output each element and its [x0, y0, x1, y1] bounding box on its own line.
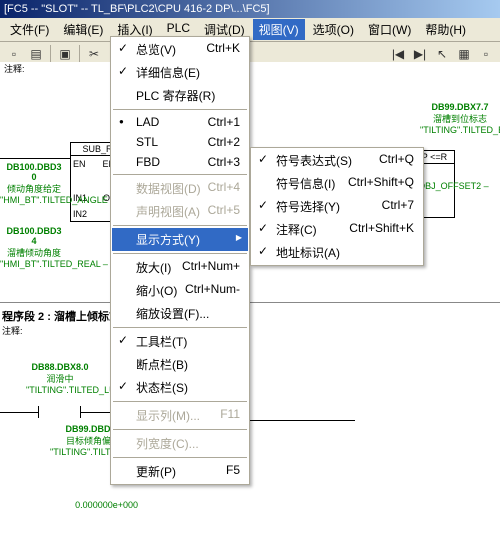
shortcut-text: F5	[226, 463, 240, 477]
shortcut-text: Ctrl+1	[208, 115, 240, 129]
menu-item: 数据视图(D)Ctrl+4	[112, 177, 248, 200]
comment-text: 注释:	[4, 62, 25, 75]
shortcut-text: Ctrl+Q	[379, 152, 414, 166]
menu-item: 列宽度(C)...	[112, 432, 248, 455]
shortcut-text: Ctrl+Shift+K	[349, 221, 414, 235]
toolbar-grid-icon[interactable]: ▦	[454, 44, 474, 64]
view-menu-dropdown: 总览(V)Ctrl+K详细信息(E)PLC 寄存器(R) LADCtrl+1STL…	[110, 36, 250, 485]
section-divider	[0, 302, 500, 303]
toolbar-cut-icon[interactable]: ✂	[84, 44, 104, 64]
shortcut-text: Ctrl+Shift+Q	[348, 175, 414, 189]
menu-options[interactable]: 选项(O)	[307, 19, 360, 40]
symbol-db100-3: DB100.DBD3 0 倾动角度给定 "HMI_BT".TILTED_ANGL…	[0, 162, 68, 205]
toolbar-save-icon[interactable]: ▣	[55, 44, 75, 64]
menu-item[interactable]: 详细信息(E)	[112, 61, 248, 84]
rail-wire	[0, 158, 70, 159]
toolbar-open-icon[interactable]: ▤	[26, 44, 46, 64]
menu-separator	[113, 327, 247, 328]
window-title: [FC5 -- "SLOT" -- TL_BF\PLC2\CPU 416-2 D…	[4, 3, 270, 15]
symbol-db99-7: DB99.DBX7.7 溜槽到位标志 "TILTING".TILTED_EQU	[420, 102, 500, 135]
symbol-db100-4: DB100.DBD3 4 溜槽倾动角度 "HMI_BT".TILTED_REAL…	[0, 226, 68, 269]
menu-item[interactable]: 状态栏(S)	[112, 376, 248, 399]
contact-left	[38, 406, 39, 418]
submenu-item[interactable]: 符号表达式(S)Ctrl+Q	[252, 149, 422, 172]
menu-item[interactable]: 更新(P)F5	[112, 460, 248, 483]
toolbar-sep	[79, 45, 80, 63]
menu-separator	[113, 174, 247, 175]
title-bar: [FC5 -- "SLOT" -- TL_BF\PLC2\CPU 416-2 D…	[0, 0, 500, 18]
menu-file[interactable]: 文件(F)	[4, 19, 55, 40]
shortcut-text: Ctrl+2	[208, 135, 240, 149]
menu-item[interactable]: STLCtrl+2	[112, 132, 248, 152]
menu-item[interactable]: PLC 寄存器(R)	[112, 84, 248, 107]
submenu-item[interactable]: 符号选择(Y)Ctrl+7	[252, 195, 422, 218]
menu-item[interactable]: 总览(V)Ctrl+K	[112, 38, 248, 61]
menu-separator	[113, 429, 247, 430]
menu-item[interactable]: LADCtrl+1	[112, 112, 248, 132]
menu-separator	[113, 457, 247, 458]
menu-view[interactable]: 视图(V)	[253, 19, 305, 40]
shortcut-text: F11	[220, 407, 240, 421]
menu-help[interactable]: 帮助(H)	[419, 19, 472, 40]
menu-item[interactable]: 显示方式(Y)	[112, 228, 248, 251]
menu-separator	[113, 401, 247, 402]
menu-item[interactable]: 缩放设置(F)...	[112, 302, 248, 325]
shortcut-text: Ctrl+7	[382, 198, 414, 212]
toolbar-new-icon[interactable]: ▫	[4, 44, 24, 64]
section-2-header: 程序段 2 : 溜槽上倾标志	[2, 308, 120, 324]
menu-separator	[113, 109, 247, 110]
menu-item[interactable]: 缩小(O)Ctrl+Num-	[112, 279, 248, 302]
symbol-db88-0: DB88.DBX8.0 润滑中 "TILTING".TILTED_LUB	[26, 362, 94, 395]
wire	[0, 412, 38, 413]
constant-0e0: 0.000000e+000	[72, 500, 138, 510]
menu-item[interactable]: 放大(I)Ctrl+Num+	[112, 256, 248, 279]
menu-item[interactable]: 断点栏(B)	[112, 353, 248, 376]
shortcut-text: Ctrl+4	[208, 180, 240, 194]
menu-item[interactable]: FBDCtrl+3	[112, 152, 248, 172]
menu-item: 声明视图(A)Ctrl+5	[112, 200, 248, 223]
display-mode-submenu: 符号表达式(S)Ctrl+Q符号信息(I)Ctrl+Shift+Q符号选择(Y)…	[250, 147, 424, 266]
ladder-canvas: 注释: SUB_R EN ENO IN1 OUT IN2 DB100.DBD3 …	[0, 62, 500, 551]
toolbar-nav-back-icon[interactable]: |◀	[388, 44, 408, 64]
shortcut-text: Ctrl+3	[208, 155, 240, 169]
toolbar-sep	[50, 45, 51, 63]
toolbar-misc-icon[interactable]: ▫	[476, 44, 496, 64]
shortcut-text: Ctrl+K	[206, 41, 240, 55]
menu-edit[interactable]: 编辑(E)	[57, 19, 109, 40]
menu-item[interactable]: 工具栏(T)	[112, 330, 248, 353]
pin-en: EN	[73, 159, 86, 169]
shortcut-text: Ctrl+Num-	[185, 282, 240, 296]
shortcut-text: Ctrl+Num+	[182, 259, 240, 273]
submenu-item[interactable]: 地址标识(A)	[252, 241, 422, 264]
pin-in2: IN2	[73, 209, 87, 219]
submenu-item[interactable]: 符号信息(I)Ctrl+Shift+Q	[252, 172, 422, 195]
comment-text-2: 注释:	[2, 324, 23, 337]
menu-window[interactable]: 窗口(W)	[362, 19, 417, 40]
menu-separator	[113, 253, 247, 254]
menu-bar: 文件(F) 编辑(E) 插入(I) PLC 调试(D) 视图(V) 选项(O) …	[0, 18, 500, 42]
menu-item: 显示列(M)...F11	[112, 404, 248, 427]
submenu-item[interactable]: 注释(C)Ctrl+Shift+K	[252, 218, 422, 241]
shortcut-text: Ctrl+5	[208, 203, 240, 217]
toolbar-nav-fwd-icon[interactable]: ▶|	[410, 44, 430, 64]
toolbar-cursor-icon[interactable]: ↖	[432, 44, 452, 64]
menu-separator	[113, 225, 247, 226]
